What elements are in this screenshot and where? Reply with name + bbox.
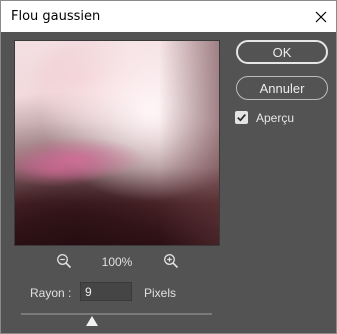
close-icon bbox=[315, 11, 327, 22]
zoom-level: 100% bbox=[101, 255, 133, 269]
zoom-in-icon bbox=[164, 254, 179, 269]
close-button[interactable] bbox=[306, 1, 336, 32]
radius-label: Rayon : bbox=[30, 286, 72, 300]
zoom-out-icon bbox=[57, 254, 72, 269]
zoom-in-button[interactable] bbox=[163, 253, 179, 269]
dialog-title: Flou gaussien bbox=[11, 9, 101, 24]
radius-unit-label: Pixels bbox=[144, 286, 177, 300]
radius-input[interactable] bbox=[80, 282, 132, 301]
title-bar: Flou gaussien bbox=[1, 1, 336, 32]
zoom-out-button[interactable] bbox=[56, 253, 72, 269]
gaussian-blur-dialog: Flou gaussien 100% Rayon : Pixels bbox=[0, 0, 337, 334]
cancel-button[interactable]: Annuler bbox=[236, 76, 328, 100]
zoom-controls: 100% bbox=[14, 253, 220, 271]
preview-label: Aperçu bbox=[256, 111, 295, 125]
checkmark-icon bbox=[237, 114, 246, 122]
radius-slider-track[interactable] bbox=[21, 313, 212, 315]
blur-preview-image[interactable] bbox=[14, 40, 220, 246]
preview-checkbox[interactable] bbox=[235, 111, 248, 124]
ok-button[interactable]: OK bbox=[236, 40, 328, 64]
radius-slider-thumb[interactable] bbox=[85, 316, 98, 326]
